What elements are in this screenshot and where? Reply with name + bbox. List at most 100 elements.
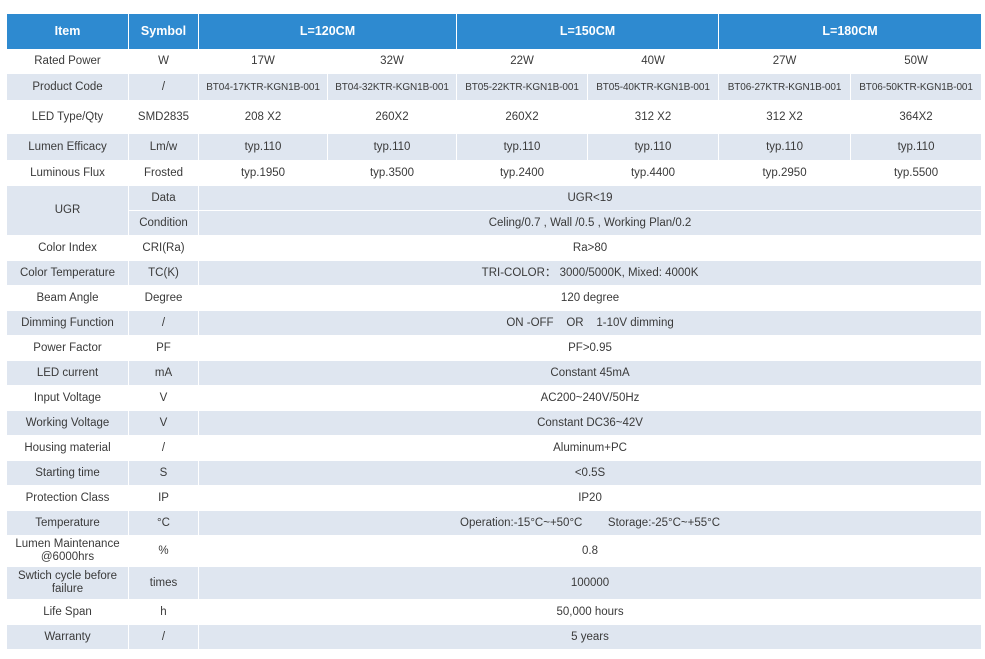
value-cell: 312 X2 <box>718 100 852 134</box>
value-cell: 50,000 hours <box>197 599 983 625</box>
item-label: LED current <box>6 360 129 386</box>
item-label: Life Span <box>6 599 129 625</box>
row-ugr-condition: Condition Celing/0.7 , Wall /0.5 , Worki… <box>7 210 983 236</box>
symbol-cell: V <box>128 410 199 436</box>
value-cell: 208 X2 <box>198 100 328 134</box>
row-lumen-efficacy: Lumen Efficacy Lm/w typ.110 typ.110 typ.… <box>6 133 983 161</box>
value-cell: 5 years <box>197 624 983 650</box>
item-label: Protection Class <box>6 485 129 511</box>
symbol-cell: IP <box>128 485 199 511</box>
value-cell: BT06-50KTR-KGN1B-001 <box>850 73 983 101</box>
value-cell: 120 degree <box>197 285 983 311</box>
symbol-cell: Lm/w <box>128 133 199 161</box>
value-cell: 40W <box>587 49 720 74</box>
value-cell: UGR<19 <box>197 185 983 211</box>
value-cell: 312 X2 <box>587 100 720 134</box>
value-cell: 364X2 <box>850 100 983 134</box>
value-cell: typ.110 <box>456 133 589 161</box>
value-cell: <0.5S <box>197 460 983 486</box>
item-label: Lumen Maintenance @6000hrs <box>6 535 129 567</box>
value-cell: 32W <box>326 49 458 74</box>
value-cell: typ.1950 <box>198 160 328 186</box>
value-cell: BT04-17KTR-KGN1B-001 <box>198 73 328 101</box>
symbol-cell: % <box>128 535 199 567</box>
item-label: Color Temperature <box>6 260 129 286</box>
item-label: Color Index <box>6 235 129 261</box>
value-cell: BT05-40KTR-KGN1B-001 <box>587 73 720 101</box>
item-label: Warranty <box>6 624 129 650</box>
symbol-cell: / <box>128 73 199 101</box>
row-protection-class: Protection Class IP IP20 <box>6 485 983 511</box>
row-power-factor: Power Factor PF PF>0.95 <box>6 335 983 361</box>
value-cell: 22W <box>456 49 589 74</box>
header-group-180: L=180CM <box>718 13 983 50</box>
value-cell: Constant 45mA <box>197 360 983 386</box>
value-cell: typ.3500 <box>326 160 458 186</box>
row-lumen-maintenance: Lumen Maintenance @6000hrs % 0.8 <box>6 535 983 567</box>
symbol-cell: h <box>128 599 199 625</box>
row-switch-cycle: Swtich cycle before failure times 100000 <box>6 566 983 600</box>
spec-table: Item Symbol L=120CM L=150CM L=180CM Rate… <box>6 13 983 650</box>
symbol-cell: V <box>128 385 199 411</box>
symbol-cell: CRI(Ra) <box>128 235 199 261</box>
value-cell: Celing/0.7 , Wall /0.5 , Working Plan/0.… <box>197 210 983 236</box>
item-label: Rated Power <box>6 49 129 74</box>
value-cell: 260X2 <box>456 100 589 134</box>
value-cell: 100000 <box>197 566 983 600</box>
row-color-index: Color Index CRI(Ra) Ra>80 <box>6 235 983 261</box>
item-label: Luminous Flux <box>6 160 129 186</box>
value-cell: 0.8 <box>197 535 983 567</box>
value-cell: TRI-COLOR： 3000/5000K, Mixed: 4000K <box>197 260 983 286</box>
item-label: Housing material <box>6 435 129 461</box>
value-cell: Operation:-15°C~+50°C Storage:-25°C~+55°… <box>197 510 983 536</box>
row-ugr-data: UGR Data UGR<19 <box>6 185 983 236</box>
item-label: Swtich cycle before failure <box>6 566 129 600</box>
value-cell: Aluminum+PC <box>197 435 983 461</box>
value-cell: PF>0.95 <box>197 335 983 361</box>
value-cell: typ.110 <box>850 133 983 161</box>
symbol-cell: SMD2835 <box>128 100 199 134</box>
symbol-cell: S <box>128 460 199 486</box>
item-label: Product Code <box>6 73 129 101</box>
symbol-cell: TC(K) <box>128 260 199 286</box>
row-dimming-function: Dimming Function / ON -OFF OR 1-10V dimm… <box>6 310 983 336</box>
item-label: Power Factor <box>6 335 129 361</box>
symbol-cell: Data <box>128 185 199 211</box>
symbol-cell: PF <box>128 335 199 361</box>
header-group-120: L=120CM <box>197 13 458 50</box>
row-led-current: LED current mA Constant 45mA <box>6 360 983 386</box>
symbol-cell: W <box>128 49 199 74</box>
value-cell: AC200~240V/50Hz <box>197 385 983 411</box>
row-product-code: Product Code / BT04-17KTR-KGN1B-001 BT04… <box>6 73 983 101</box>
symbol-cell: / <box>128 310 199 336</box>
value-cell: 27W <box>718 49 852 74</box>
value-cell: 50W <box>850 49 983 74</box>
value-cell: BT06-27KTR-KGN1B-001 <box>718 73 852 101</box>
value-cell: typ.110 <box>718 133 852 161</box>
row-input-voltage: Input Voltage V AC200~240V/50Hz <box>6 385 983 411</box>
header-symbol: Symbol <box>128 13 199 50</box>
row-life-span: Life Span h 50,000 hours <box>6 599 983 625</box>
item-label: LED Type/Qty <box>6 100 129 134</box>
value-cell: typ.110 <box>587 133 720 161</box>
value-cell: typ.4400 <box>587 160 720 186</box>
symbol-cell: Frosted <box>128 160 199 186</box>
item-label: Lumen Efficacy <box>6 133 129 161</box>
header-group-150: L=150CM <box>456 13 720 50</box>
item-label: Temperature <box>6 510 129 536</box>
item-label: Input Voltage <box>6 385 129 411</box>
item-label: Beam Angle <box>6 285 129 311</box>
value-cell: typ.110 <box>326 133 458 161</box>
value-cell: BT05-22KTR-KGN1B-001 <box>456 73 589 101</box>
row-temperature: Temperature °C Operation:-15°C~+50°C Sto… <box>6 510 983 536</box>
symbol-cell: mA <box>128 360 199 386</box>
row-working-voltage: Working Voltage V Constant DC36~42V <box>6 410 983 436</box>
row-luminous-flux: Luminous Flux Frosted typ.1950 typ.3500 … <box>6 160 983 186</box>
item-label: Dimming Function <box>6 310 129 336</box>
value-cell: typ.5500 <box>850 160 983 186</box>
value-cell: typ.110 <box>198 133 328 161</box>
value-cell: ON -OFF OR 1-10V dimming <box>197 310 983 336</box>
symbol-cell: °C <box>128 510 199 536</box>
value-cell: typ.2400 <box>456 160 589 186</box>
header-item: Item <box>6 13 129 50</box>
